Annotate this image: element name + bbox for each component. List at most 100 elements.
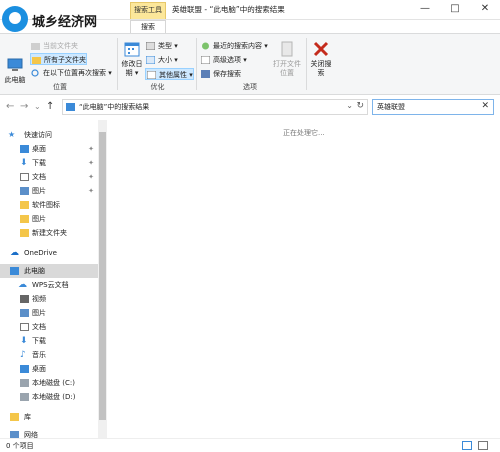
nav-library[interactable]: 库 <box>0 410 98 424</box>
ribbon-separator <box>117 38 118 90</box>
cloud-icon: ☁ <box>18 280 27 290</box>
pin-icon[interactable]: ✦ <box>88 184 94 198</box>
site-logo: 城乡经济网 <box>2 6 102 32</box>
advanced-options-label: 高级选项 ▾ <box>213 56 247 64</box>
kind-label: 类型 ▾ <box>158 42 178 50</box>
address-bar[interactable]: “此电脑”中的搜索结果 ⌄ ↻ <box>62 99 368 115</box>
all-subfolders-button[interactable]: 所有子文件夹 <box>30 53 87 65</box>
nav-quick-access[interactable]: ★ 快速访问 <box>0 128 98 142</box>
refresh-icon[interactable]: ↻ <box>356 101 364 111</box>
open-file-location-button[interactable]: 打开文件位置 <box>272 40 302 78</box>
recent-searches-button[interactable]: 最近的搜索内容 ▾ <box>200 40 268 52</box>
nav-music[interactable]: ♪ 音乐 <box>0 348 98 362</box>
recent-locations-chevron-icon[interactable]: ⌄ <box>34 101 41 113</box>
nav-pictures[interactable]: 图片 ✦ <box>0 184 98 198</box>
current-folder-label: 当前文件夹 <box>43 42 78 50</box>
maximize-button[interactable]: □ <box>440 0 470 18</box>
kind-button[interactable]: 类型 ▾ <box>145 40 178 52</box>
size-label: 大小 ▾ <box>158 56 178 64</box>
nav-wps-cloud[interactable]: ☁ WPS云文档 <box>0 278 98 292</box>
nav-software-icons[interactable]: 软件图标 <box>0 198 98 212</box>
nav-local-disk-c[interactable]: 本地磁盘 (C:) <box>0 376 98 390</box>
computer-icon <box>10 267 19 275</box>
nav-desktop-pc[interactable]: 桌面 <box>0 362 98 376</box>
clear-search-icon[interactable]: ✕ <box>481 101 489 111</box>
scrollbar-thumb[interactable] <box>99 132 106 420</box>
other-properties-label: 其他属性 ▾ <box>159 71 193 79</box>
close-window-button[interactable]: ✕ <box>470 0 500 18</box>
search-again-button[interactable]: 在以下位置再次搜索 ▾ <box>30 67 112 79</box>
pin-icon[interactable]: ✦ <box>88 142 94 156</box>
recent-searches-label: 最近的搜索内容 ▾ <box>213 42 268 50</box>
current-folder-button[interactable]: 当前文件夹 <box>30 40 78 52</box>
large-icons-view-icon[interactable] <box>478 441 488 450</box>
folder-icon <box>20 201 29 209</box>
library-icon <box>10 413 19 421</box>
advanced-options-button[interactable]: 高级选项 ▾ <box>200 54 247 66</box>
kind-icon <box>145 41 156 51</box>
nav-documents-pc[interactable]: 文档 <box>0 320 98 334</box>
other-properties-button[interactable]: 其他属性 ▾ <box>145 68 194 80</box>
all-subfolders-label: 所有子文件夹 <box>44 56 86 64</box>
pictures-icon <box>20 187 29 195</box>
ribbon-separator <box>306 38 307 90</box>
this-pc-label: 此电脑 <box>4 76 26 84</box>
advanced-options-icon <box>200 55 211 65</box>
open-location-icon <box>278 40 296 58</box>
nav-downloads[interactable]: ⬇ 下载 ✦ <box>0 156 98 170</box>
minimize-button[interactable]: — <box>410 0 440 18</box>
desktop-icon <box>20 365 29 373</box>
star-icon: ★ <box>8 130 16 139</box>
back-arrow-icon[interactable]: ← <box>6 101 14 113</box>
search-tools-context-tab[interactable]: 搜索工具 <box>130 2 166 19</box>
close-search-label: 关闭搜索 <box>310 60 332 77</box>
nav-desktop[interactable]: 桌面 ✦ <box>0 142 98 156</box>
save-icon <box>201 70 210 78</box>
cloud-icon: ☁ <box>10 248 19 258</box>
nav-documents[interactable]: 文档 ✦ <box>0 170 98 184</box>
address-row: ← → ⌄ ↑ “此电脑”中的搜索结果 ⌄ ↻ 英雄联盟 ✕ <box>0 97 500 117</box>
nav-local-disk-d[interactable]: 本地磁盘 (D:) <box>0 390 98 404</box>
nav-pane-scrollbar[interactable] <box>98 120 107 440</box>
search-results-pane[interactable] <box>108 120 500 438</box>
search-results-icon <box>66 103 75 111</box>
nav-pictures-pc[interactable]: 图片 <box>0 306 98 320</box>
size-icon <box>145 55 156 65</box>
address-dropdown-chevron-icon[interactable]: ⌄ <box>346 101 353 110</box>
pin-icon[interactable]: ✦ <box>88 170 94 184</box>
folder-icon <box>20 229 29 237</box>
search-input[interactable]: 英雄联盟 <box>377 102 405 112</box>
tab-search[interactable]: 搜索 <box>130 20 166 33</box>
drive-icon <box>20 393 29 401</box>
up-arrow-icon[interactable]: ↑ <box>46 101 54 113</box>
save-search-button[interactable]: 保存搜索 <box>200 68 241 80</box>
close-search-icon <box>312 40 330 58</box>
nav-pictures-folder[interactable]: 图片 <box>0 212 98 226</box>
folder-icon <box>20 215 29 223</box>
date-modified-button[interactable]: 修改日期 ▾ <box>120 40 144 78</box>
pin-icon[interactable]: ✦ <box>88 156 94 170</box>
desktop-icon <box>20 145 29 153</box>
nav-new-folder[interactable]: 新建文件夹 <box>0 226 98 240</box>
download-arrow-icon: ⬇ <box>20 336 28 346</box>
item-count: 0 个项目 <box>6 442 34 450</box>
calendar-icon <box>123 40 141 58</box>
document-icon <box>20 323 29 331</box>
nav-onedrive[interactable]: ☁ OneDrive <box>0 246 98 260</box>
nav-downloads-pc[interactable]: ⬇ 下载 <box>0 334 98 348</box>
nav-videos[interactable]: 视频 <box>0 292 98 306</box>
forward-arrow-icon[interactable]: → <box>20 101 28 113</box>
open-file-location-label: 打开文件位置 <box>273 60 301 77</box>
search-again-label: 在以下位置再次搜索 ▾ <box>43 69 112 77</box>
ribbon: 此电脑 当前文件夹 所有子文件夹 在以下位置再次搜索 ▾ 位置 修改日期 ▾ 类… <box>0 33 500 95</box>
this-pc-button[interactable]: 此电脑 <box>4 56 26 85</box>
refine-group-label: 优化 <box>150 83 165 91</box>
close-search-button[interactable]: 关闭搜索 <box>310 40 332 78</box>
recent-searches-icon <box>201 42 210 50</box>
window-title: 英雄联盟 - “此电脑”中的搜索结果 <box>172 5 285 14</box>
search-box[interactable]: 英雄联盟 ✕ <box>372 99 494 115</box>
nav-this-pc[interactable]: 此电脑 <box>0 264 98 278</box>
music-note-icon: ♪ <box>20 350 26 360</box>
details-view-icon[interactable] <box>462 441 472 450</box>
size-button[interactable]: 大小 ▾ <box>145 54 178 66</box>
